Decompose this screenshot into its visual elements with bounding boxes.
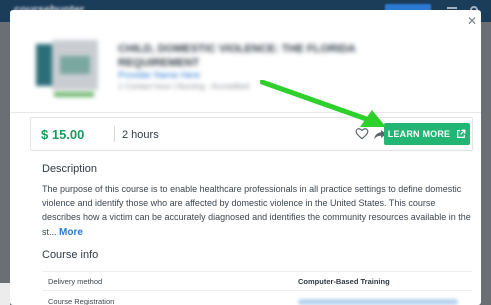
annotation-arrow xyxy=(260,80,386,127)
info-value-delivery: Computer-Based Training xyxy=(298,277,390,286)
info-row: Delivery method Computer-Based Training xyxy=(42,271,472,291)
description-text: The purpose of this course is to enable … xyxy=(42,182,472,240)
course-title: CHILD, DOMESTIC VIOLENCE: THE FLORIDA RE… xyxy=(118,43,356,69)
provider-link[interactable]: Provider Name Here xyxy=(118,70,200,80)
registration-link[interactable] xyxy=(298,299,458,305)
description-heading: Description xyxy=(42,163,98,175)
header-divider xyxy=(10,112,481,113)
page-edge xyxy=(0,283,10,305)
course-info-heading: Course info xyxy=(42,249,99,261)
course-detail-modal: ✕ CHILD, DOMESTIC VIOLENCE: THE FLORIDA … xyxy=(10,10,481,305)
course-thumbnail xyxy=(36,40,98,98)
course-duration: 2 hours xyxy=(122,129,159,141)
more-link[interactable]: More xyxy=(59,227,83,238)
course-meta: 1 Contact hour | Nursing - Accredited xyxy=(118,82,250,91)
learn-more-label: LEARN MORE xyxy=(387,129,451,139)
external-link-icon xyxy=(457,129,466,138)
close-icon[interactable]: ✕ xyxy=(467,14,477,28)
course-price: $ 15.00 xyxy=(41,127,85,142)
price-bar: $ 15.00 2 hours LEARN MORE xyxy=(30,117,473,151)
info-label-registration: Course Registration xyxy=(48,297,115,305)
info-label-delivery: Delivery method xyxy=(48,277,103,286)
info-row: Course Registration xyxy=(42,292,472,305)
description-body: The purpose of this course is to enable … xyxy=(42,184,471,237)
learn-more-button[interactable]: LEARN MORE xyxy=(384,123,470,145)
price-divider xyxy=(114,126,115,142)
